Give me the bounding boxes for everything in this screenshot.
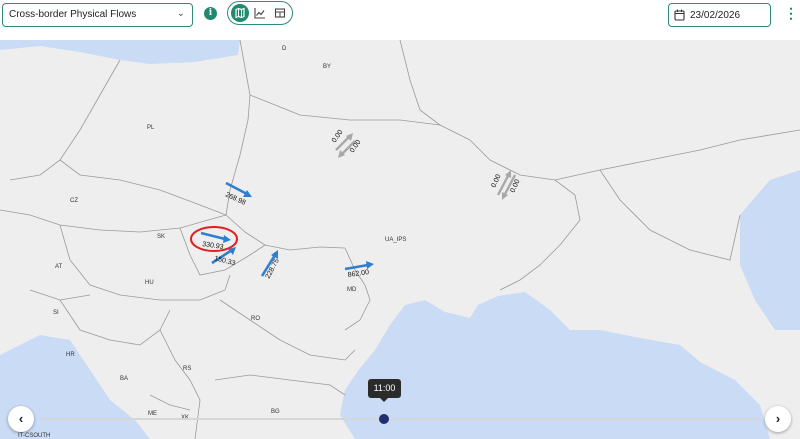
chevron-down-icon: ⌄ [176,8,185,19]
country-label-hu: HU [145,280,154,286]
country-label-bg: BG [271,409,280,415]
map-icon [235,7,245,19]
country-label-me: ME [148,411,157,417]
table-icon [274,8,286,18]
flow-value-ru-ua: 0.00 [490,173,502,188]
flow-value-ua-by: 0.00 [349,139,363,154]
flow-value-hu-ua: 150.33 [213,255,236,267]
zero-flow-arrows [335,133,517,200]
chart-view-button[interactable] [251,4,269,22]
more-options-icon[interactable]: ⋮ [784,5,798,21]
time-tooltip: 11:00 [368,379,401,402]
date-value: 23/02/2026 [690,10,741,21]
country-label-ua-ips: UA_IPS [385,237,406,243]
country-label-cz: CZ [70,198,78,204]
country-label-d: D [282,46,287,52]
dataset-select[interactable]: Cross-border Physical Flows ⌄ [2,3,193,27]
next-time-button[interactable]: › [765,406,791,432]
country-label-ro: RO [251,316,260,322]
country-label-rs: RS [183,366,191,372]
flow-arrowhead-md-ua [366,261,374,269]
flow-arrowhead-sk-ua [223,235,231,243]
country-label-pl: PL [147,125,155,131]
flow-arrow-sk-ua[interactable] [200,231,226,241]
country-label-si: SI [53,310,59,316]
country-label-md: MD [347,287,357,293]
flow-arrow-md-ua[interactable] [344,263,369,271]
table-view-button[interactable] [271,4,289,22]
timeline-track[interactable] [40,418,760,420]
black-sea [340,292,770,439]
country-label-by: BY [323,64,331,70]
country-label-hr: HR [66,352,75,358]
country-label-sk: SK [157,234,165,240]
country-label-ba: BA [120,376,128,382]
country-label-it-csouth: IT-CSOUTH [18,433,50,439]
dataset-select-value: Cross-border Physical Flows [9,9,137,20]
country-label-at: AT [55,264,63,270]
flow-value-md-ua: 862.00 [347,269,369,279]
prev-time-button[interactable]: ‹ [8,406,34,432]
timeline-thumb[interactable] [379,414,389,424]
line-chart-icon [254,8,265,19]
view-toggle-group [227,1,293,25]
date-picker[interactable]: 23/02/2026 [668,3,771,27]
toolbar: Cross-border Physical Flows ⌄ i 23/02/20… [0,0,800,40]
info-icon[interactable]: i [204,7,217,20]
calendar-icon [674,9,685,21]
map-view-button[interactable] [231,4,249,22]
sea-caspian [740,170,800,330]
